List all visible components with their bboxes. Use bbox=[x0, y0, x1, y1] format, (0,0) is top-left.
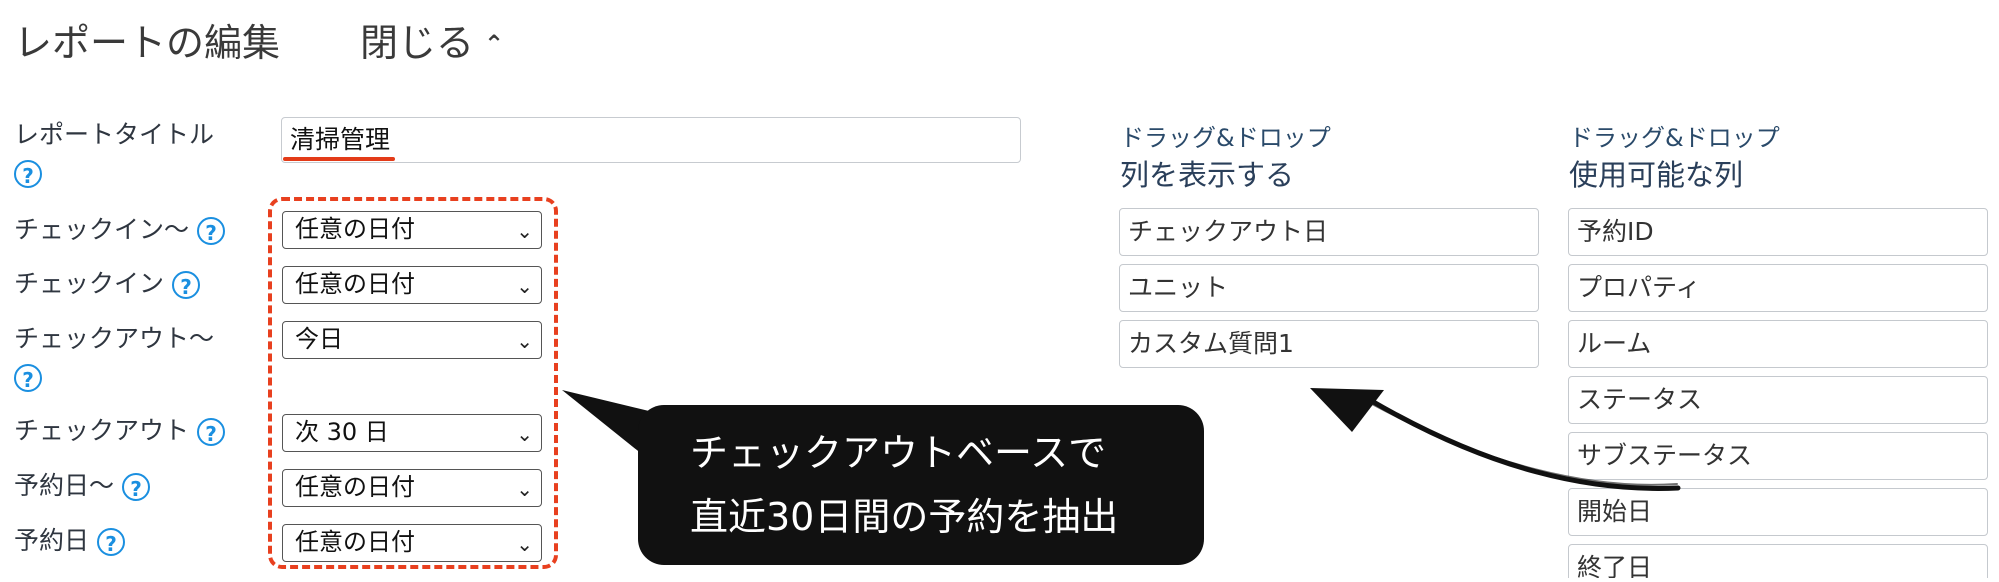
available-column-item[interactable]: プロパティ bbox=[1568, 264, 1988, 312]
checkout-from-label: チェックアウト〜 bbox=[14, 324, 215, 353]
help-icon: ? bbox=[14, 160, 42, 188]
checkin-label: チェックイン? bbox=[14, 267, 201, 301]
annotation-highlight-box bbox=[268, 197, 558, 569]
close-button[interactable]: 閉じる ⌃ bbox=[360, 12, 504, 67]
double-chevron-up-icon: ⌃ bbox=[484, 30, 505, 58]
annotation-callout: チェックアウトベースで 直近30日間の予約を抽出 bbox=[638, 405, 1204, 565]
available-columns-hint: ドラッグ&ドロップ bbox=[1569, 124, 1780, 152]
available-columns-title: 使用可能な列 bbox=[1569, 158, 1744, 192]
help-icon: ? bbox=[14, 364, 42, 392]
report-title-help[interactable]: ? bbox=[14, 160, 42, 188]
checkout-label: チェックアウト? bbox=[14, 414, 226, 448]
close-label: 閉じる bbox=[360, 21, 475, 65]
help-icon[interactable]: ? bbox=[172, 271, 201, 299]
callout-line-1: チェックアウトベースで bbox=[690, 431, 1107, 475]
checkout-from-help[interactable]: ? bbox=[14, 364, 42, 392]
display-columns-hint: ドラッグ&ドロップ bbox=[1120, 124, 1331, 152]
available-column-item[interactable]: ルーム bbox=[1568, 320, 1988, 368]
help-icon[interactable]: ? bbox=[97, 528, 126, 556]
available-column-item[interactable]: 予約ID bbox=[1568, 208, 1988, 256]
page-title: レポートの編集 bbox=[14, 21, 281, 65]
drag-arrow-annotation bbox=[1310, 388, 1681, 491]
help-icon[interactable]: ? bbox=[197, 418, 226, 446]
help-icon[interactable]: ? bbox=[122, 473, 151, 501]
callout-line-2: 直近30日間の予約を抽出 bbox=[690, 495, 1119, 539]
report-title-label: レポートタイトル bbox=[14, 120, 215, 149]
display-column-item[interactable]: カスタム質問1 bbox=[1119, 320, 1539, 368]
display-column-item[interactable]: チェックアウト日 bbox=[1119, 208, 1539, 256]
booking-date-from-label: 予約日〜? bbox=[14, 469, 151, 503]
booking-date-label: 予約日? bbox=[14, 524, 126, 558]
annotation-underline bbox=[283, 157, 395, 161]
checkin-from-label: チェックイン〜? bbox=[14, 213, 226, 247]
available-column-item[interactable]: 終了日 bbox=[1568, 544, 1988, 578]
arrowhead-icon bbox=[1310, 388, 1384, 432]
display-columns-title: 列を表示する bbox=[1120, 158, 1295, 192]
display-column-item[interactable]: ユニット bbox=[1119, 264, 1539, 312]
display-columns-list[interactable]: チェックアウト日 ユニット カスタム質問1 bbox=[1119, 208, 1539, 376]
help-icon[interactable]: ? bbox=[197, 217, 226, 245]
